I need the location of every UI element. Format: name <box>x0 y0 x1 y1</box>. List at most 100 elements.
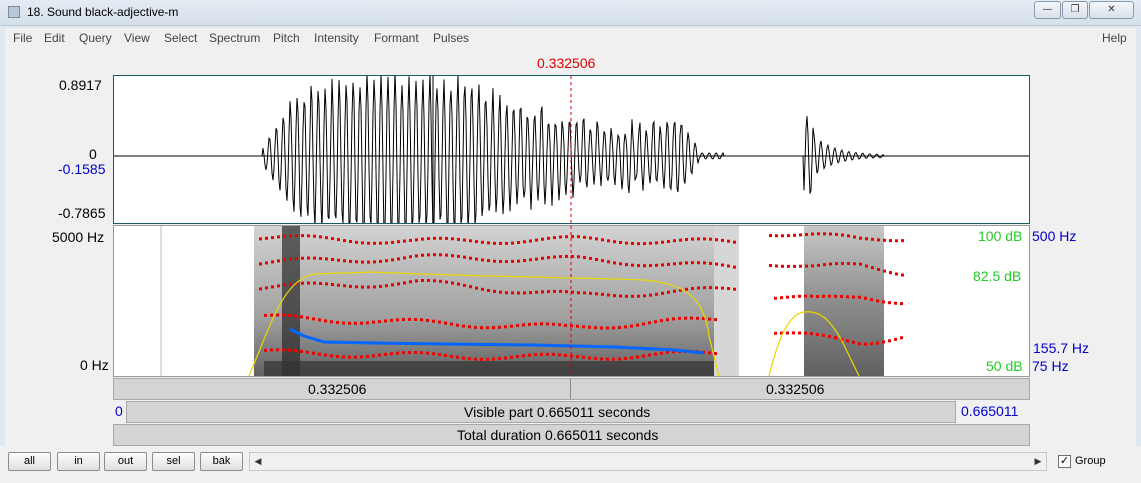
formant-dot <box>828 294 831 298</box>
formant-dot <box>828 335 831 338</box>
formant-dot <box>589 256 592 260</box>
selection-left-value[interactable]: 0.332506 <box>308 381 366 397</box>
horizontal-scrollbar[interactable]: ◀ ▶ <box>249 452 1047 471</box>
formant-dot <box>511 241 514 245</box>
formant-dot <box>378 353 381 357</box>
minimize-button[interactable]: — <box>1034 1 1061 19</box>
waveform-panel[interactable] <box>113 71 1030 237</box>
formant-dot <box>877 238 880 242</box>
zoom-all-button[interactable]: all <box>8 452 51 471</box>
formant-dot <box>319 257 322 260</box>
formant-dot <box>523 240 526 244</box>
formant-dot <box>624 325 627 329</box>
formant-dot <box>367 285 370 289</box>
formant-dot <box>282 313 285 317</box>
menu-formant[interactable]: Formant <box>374 31 419 45</box>
close-button[interactable]: ✕ <box>1089 1 1134 19</box>
formant-dot <box>804 331 807 335</box>
app-icon <box>8 6 20 18</box>
total-duration-bar[interactable]: Total duration 0.665011 seconds <box>113 424 1030 446</box>
menu-file[interactable]: File <box>13 31 32 45</box>
formant-dot <box>259 262 262 266</box>
formant-dot <box>673 262 676 266</box>
group-checkbox[interactable]: ✓ <box>1058 455 1071 468</box>
formant-dot <box>463 255 466 259</box>
formant-dot <box>331 237 334 241</box>
formant-dot <box>582 325 585 329</box>
formant-dot <box>648 321 651 325</box>
visible-part-bar[interactable]: Visible part 0.665011 seconds <box>126 401 956 423</box>
menu-intensity[interactable]: Intensity <box>314 31 359 45</box>
formant-dot <box>643 264 646 268</box>
menu-pitch[interactable]: Pitch <box>273 31 300 45</box>
menu-help[interactable]: Help <box>1102 31 1127 45</box>
formant-dot <box>402 351 405 355</box>
formant-dot <box>409 238 412 242</box>
formant-dot <box>456 355 459 359</box>
formant-dot <box>835 232 838 236</box>
formant-dot <box>817 263 820 267</box>
formant-dot <box>685 287 688 291</box>
formant-dot <box>529 291 532 295</box>
formant-dot <box>588 325 591 329</box>
formant-dot <box>325 236 328 240</box>
freq-top-label: 5000 Hz <box>52 229 105 245</box>
formant-dot <box>666 318 669 322</box>
scroll-right-icon[interactable]: ▶ <box>1030 453 1046 470</box>
formant-dot <box>505 260 508 264</box>
menu-pulses[interactable]: Pulses <box>433 31 469 45</box>
total-duration-label[interactable]: Total duration 0.665011 seconds <box>457 427 658 443</box>
formant-dot <box>330 354 333 358</box>
formant-dot <box>361 260 364 264</box>
formant-dot <box>607 260 610 264</box>
zoom-out-button[interactable]: out <box>104 452 147 471</box>
zoom-in-button[interactable]: in <box>57 452 100 471</box>
formant-dot <box>601 238 604 242</box>
formant-dot <box>811 264 814 268</box>
selection-right-value[interactable]: 0.332506 <box>766 381 824 397</box>
formant-dot <box>612 326 615 330</box>
formant-dot <box>613 294 616 298</box>
menu-select[interactable]: Select <box>164 31 197 45</box>
menu-query[interactable]: Query <box>79 31 112 45</box>
formant-dot <box>679 238 682 242</box>
formant-dot <box>870 342 873 346</box>
visible-part-label[interactable]: Visible part 0.665011 seconds <box>464 404 650 420</box>
formant-dot <box>613 240 616 244</box>
zoom-back-button[interactable]: bak <box>200 452 243 471</box>
formant-dot <box>541 237 544 241</box>
formant-dot <box>469 239 472 243</box>
menu-edit[interactable]: Edit <box>44 31 65 45</box>
formant-dot <box>432 352 435 356</box>
formant-dot <box>421 279 424 282</box>
formant-dot <box>433 236 436 240</box>
formant-dot <box>522 354 525 358</box>
formant-dot <box>625 294 628 298</box>
formant-dot <box>409 255 412 259</box>
formant-dot <box>475 286 478 290</box>
scroll-left-icon[interactable]: ◀ <box>250 453 266 470</box>
formant-dot <box>871 237 874 241</box>
formant-dot <box>667 240 670 243</box>
zoom-sel-button[interactable]: sel <box>152 452 195 471</box>
selection-bar[interactable]: 0.332506 0.332506 <box>113 378 1030 400</box>
maximize-button[interactable]: ❐ <box>1062 1 1088 19</box>
formant-dot <box>360 355 363 359</box>
menu-view[interactable]: View <box>124 31 150 45</box>
formant-dot <box>846 339 849 343</box>
formant-dot <box>354 355 357 359</box>
waveform-min-label: -0.7865 <box>58 205 106 221</box>
formant-dot <box>312 351 315 355</box>
formant-dot <box>337 258 340 262</box>
formant-dot <box>391 258 394 262</box>
formant-dot <box>445 236 448 240</box>
formant-dot <box>379 259 382 263</box>
formant-dot <box>822 294 825 298</box>
formant-dot <box>727 287 730 291</box>
formant-dot <box>493 241 496 245</box>
formant-dot <box>288 314 291 317</box>
menu-spectrum[interactable]: Spectrum <box>209 31 260 45</box>
spectrogram-panel[interactable] <box>113 225 1030 377</box>
formant-dot <box>355 285 358 289</box>
formant-dot <box>787 264 790 268</box>
